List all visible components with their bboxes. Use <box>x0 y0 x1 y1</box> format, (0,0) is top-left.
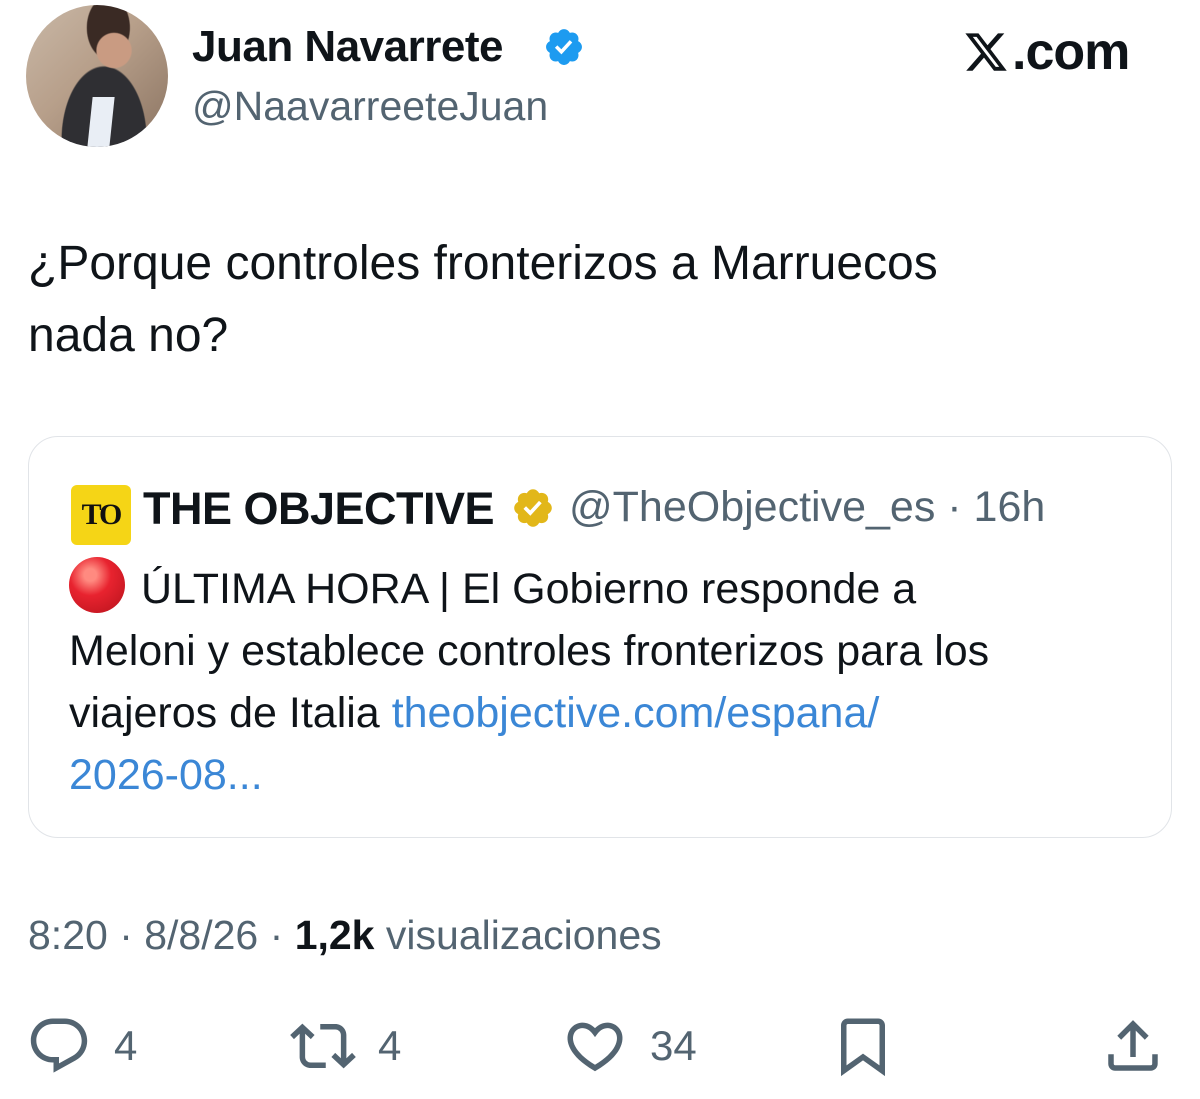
quoted-line-1: ÚLTIMA HORA | El Gobierno responde a <box>69 557 1159 620</box>
author-handle[interactable]: @NaavarreeteJuan <box>192 83 548 130</box>
quoted-text-a: ÚLTIMA HORA | El Gobierno responde a <box>141 565 917 613</box>
avatar-shirt <box>87 97 115 147</box>
reply-icon <box>30 1018 88 1073</box>
quoted-tweet-card[interactable]: TO THE OBJECTIVE @TheObjective_es · 16h … <box>28 436 1172 838</box>
x-site-label: .com <box>962 22 1130 82</box>
tweet-time-date[interactable]: 8:20 · 8/8/26 · <box>28 912 283 958</box>
site-domain-text: .com <box>1012 23 1130 81</box>
action-bar: 4 4 34 <box>0 1005 1200 1085</box>
bookmark-icon <box>841 1018 885 1077</box>
repost-icon <box>290 1023 356 1069</box>
like-count: 34 <box>650 1022 697 1069</box>
quoted-handle-time[interactable]: @TheObjective_es · 16h <box>569 483 1045 532</box>
views-label: visualizaciones <box>385 912 662 958</box>
repost-button[interactable]: 4 <box>290 1013 401 1079</box>
avatar[interactable] <box>26 5 168 147</box>
quoted-author-name[interactable]: THE OBJECTIVE <box>143 483 495 535</box>
share-icon <box>1108 1020 1158 1071</box>
quoted-text-c: viajeros de Italia <box>69 689 380 737</box>
bookmark-button[interactable] <box>830 1013 896 1079</box>
author-name[interactable]: Juan Navarrete <box>192 22 503 72</box>
quoted-link[interactable]: theobjective.com/espana/ <box>392 689 880 737</box>
the-objective-logo[interactable]: TO <box>71 485 131 545</box>
quoted-tweet-text: ÚLTIMA HORA | El Gobierno responde a Mel… <box>69 557 1159 806</box>
verified-badge-icon <box>546 29 582 65</box>
like-button[interactable]: 34 <box>562 1013 697 1079</box>
share-button[interactable] <box>1100 1013 1166 1079</box>
views-count: 1,2k <box>294 912 375 958</box>
tweet-meta: 8:20 · 8/8/26 · 1,2k visualizaciones <box>28 912 662 959</box>
verified-org-badge-icon <box>514 489 552 527</box>
reply-button[interactable]: 4 <box>26 1013 137 1079</box>
tweet-text: ¿Porque controles fronterizos a Marrueco… <box>28 228 1148 372</box>
quoted-text-b: Meloni y establece controles fronterizos… <box>69 627 990 675</box>
tweet-line-2: nada no? <box>28 309 229 362</box>
quoted-link-continued[interactable]: 2026-08... <box>69 744 1159 806</box>
red-circle-emoji-icon <box>69 557 125 613</box>
repost-count: 4 <box>378 1022 402 1069</box>
x-logo-icon <box>965 33 1007 71</box>
reply-count: 4 <box>114 1022 138 1069</box>
heart-icon <box>567 1022 623 1072</box>
tweet-line-1: ¿Porque controles fronterizos a Marrueco… <box>28 237 938 290</box>
quoted-line-3: viajeros de Italia theobjective.com/espa… <box>69 682 1159 744</box>
